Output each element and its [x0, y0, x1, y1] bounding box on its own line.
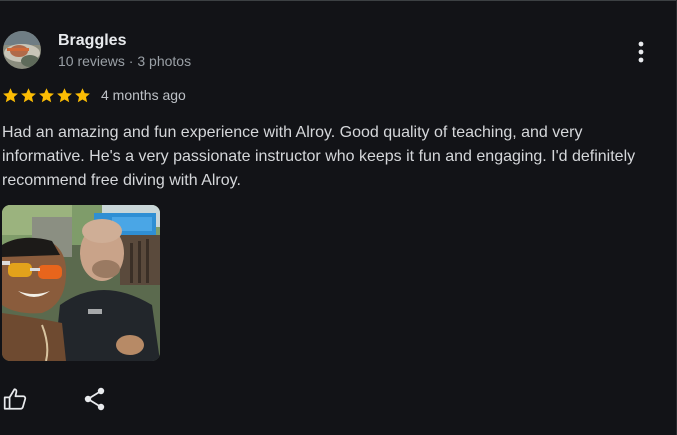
reviewer-avatar[interactable]: [3, 31, 41, 69]
review-photo[interactable]: [2, 205, 160, 361]
more-vert-icon: [638, 41, 644, 63]
like-button[interactable]: [2, 386, 28, 412]
star-rating: [2, 87, 91, 104]
top-divider: [0, 0, 677, 1]
more-options-button[interactable]: [627, 37, 655, 67]
review-text: Had an amazing and fun experience with A…: [2, 124, 636, 189]
star-icon: [3, 88, 18, 103]
share-icon: [84, 387, 105, 411]
rating-row: 4 months ago: [2, 86, 186, 105]
star-icon: [75, 88, 90, 103]
reviewer-name[interactable]: Braggles: [58, 31, 126, 50]
reviewer-meta: 10 reviews · 3 photos: [58, 53, 192, 69]
thumb-up-icon: [3, 388, 27, 410]
share-button[interactable]: [83, 386, 107, 412]
star-icon: [21, 88, 36, 103]
review-photo-image: [2, 205, 160, 361]
avatar-image: [3, 31, 41, 69]
star-icon: [39, 88, 54, 103]
review-date: 4 months ago: [101, 87, 186, 103]
star-icon: [57, 88, 72, 103]
